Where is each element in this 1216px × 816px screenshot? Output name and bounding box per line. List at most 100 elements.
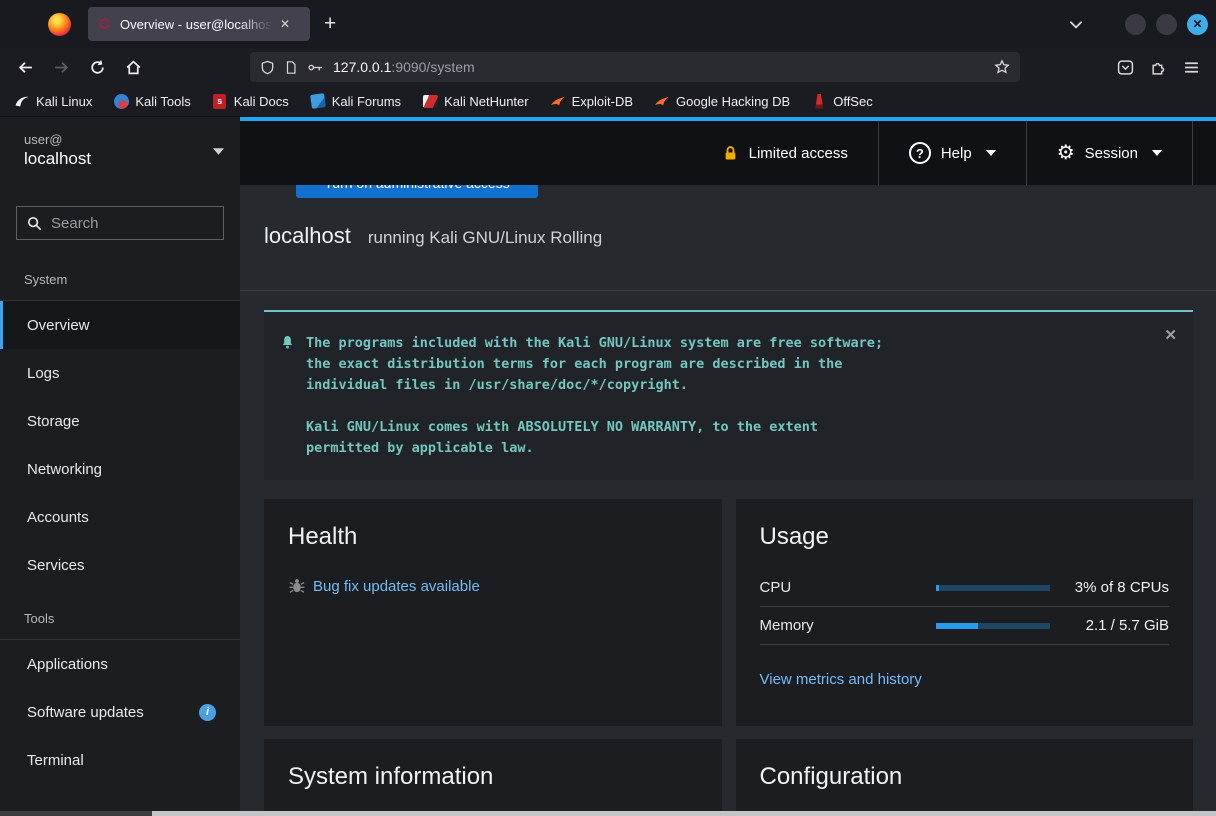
maximize-button[interactable] bbox=[1156, 14, 1177, 35]
tab-title: Overview - user@localhost bbox=[120, 17, 272, 32]
turn-on-admin-access-button[interactable]: Turn on administrative access bbox=[296, 185, 538, 198]
nav-section-tools: Tools bbox=[0, 589, 240, 639]
bookmark-kali-nethunter[interactable]: Kali NetHunter bbox=[422, 93, 529, 109]
sidebar-item-terminal[interactable]: Terminal bbox=[0, 736, 240, 784]
page-info-icon[interactable] bbox=[284, 60, 298, 75]
page-title-hostname: localhost bbox=[264, 223, 351, 249]
memory-usage-row: Memory 2.1 / 5.7 GiB bbox=[760, 607, 1170, 645]
home-icon[interactable] bbox=[118, 52, 148, 82]
browser-titlebar: Overview - user@localhost ✕ + ✕ bbox=[0, 0, 1216, 48]
session-caret-icon bbox=[1152, 150, 1162, 156]
site-favicon-icon bbox=[96, 16, 112, 32]
health-card-title: Health bbox=[288, 523, 698, 551]
alert-close-icon[interactable]: ✕ bbox=[1164, 326, 1177, 344]
nav-section-system: System bbox=[0, 250, 240, 300]
host-switcher[interactable]: user@ localhost bbox=[0, 117, 240, 185]
help-question-icon: ? bbox=[909, 142, 931, 164]
os-description: running Kali GNU/Linux Rolling bbox=[368, 228, 602, 248]
kali-tools-icon bbox=[113, 93, 129, 109]
sidebar-item-storage[interactable]: Storage bbox=[0, 397, 240, 445]
sidebar-item-software-updates[interactable]: Software updates i bbox=[0, 688, 240, 736]
browser-tab[interactable]: Overview - user@localhost ✕ bbox=[88, 7, 310, 41]
sidebar-search[interactable] bbox=[16, 206, 224, 240]
lock-icon bbox=[722, 145, 739, 162]
memory-label: Memory bbox=[760, 617, 936, 634]
close-window-button[interactable]: ✕ bbox=[1187, 14, 1208, 35]
menu-hamburger-icon[interactable] bbox=[1183, 59, 1200, 76]
bell-icon bbox=[280, 334, 295, 350]
shield-icon[interactable] bbox=[260, 60, 275, 75]
help-caret-icon bbox=[986, 150, 996, 156]
kali-docs-icon: s bbox=[212, 93, 228, 109]
session-menu-button[interactable]: ⚙ Session bbox=[1026, 121, 1192, 185]
horizontal-scrollbar[interactable] bbox=[0, 811, 1216, 816]
browser-toolbar: 127.0.0.1:9090/system bbox=[0, 48, 1216, 86]
motd-text: The programs included with the Kali GNU/… bbox=[306, 333, 1153, 459]
limited-access-button[interactable]: Limited access bbox=[692, 121, 878, 185]
screen: Overview - user@localhost ✕ + ✕ bbox=[0, 0, 1216, 816]
help-menu-button[interactable]: ? Help bbox=[878, 121, 1026, 185]
cpu-value: 3% of 8 CPUs bbox=[1050, 579, 1170, 596]
kali-dragon-icon bbox=[14, 93, 30, 109]
system-information-card: System information bbox=[264, 739, 722, 811]
bookmark-google-hacking-db[interactable]: Google Hacking DB bbox=[654, 93, 790, 109]
admin-access-button-clipped: Turn on administrative access bbox=[296, 185, 538, 198]
system-information-title: System information bbox=[288, 763, 698, 791]
configuration-card: Configuration bbox=[736, 739, 1194, 811]
bookmark-kali-docs[interactable]: s Kali Docs bbox=[212, 93, 289, 109]
search-input[interactable] bbox=[51, 215, 213, 232]
bookmark-offsec[interactable]: OffSec bbox=[811, 93, 873, 109]
cpu-progress-bar bbox=[936, 585, 1050, 591]
list-tabs-chevron-icon[interactable] bbox=[1067, 15, 1085, 33]
bookmarks-bar: Kali Linux Kali Tools s Kali Docs Kali F… bbox=[0, 86, 1216, 117]
overview-page: Turn on administrative access localhost … bbox=[240, 185, 1216, 811]
sidebar-item-services[interactable]: Services bbox=[0, 541, 240, 589]
cpu-label: CPU bbox=[760, 579, 936, 596]
bookmark-kali-forums[interactable]: Kali Forums bbox=[310, 93, 401, 109]
sidebar-item-networking[interactable]: Networking bbox=[0, 445, 240, 493]
scrollbar-thumb[interactable] bbox=[0, 811, 152, 816]
url-text[interactable]: 127.0.0.1:9090/system bbox=[333, 59, 985, 75]
bookmark-kali-tools[interactable]: Kali Tools bbox=[113, 93, 190, 109]
back-icon[interactable] bbox=[10, 52, 40, 82]
usage-card-title: Usage bbox=[760, 523, 1170, 551]
firefox-logo-icon bbox=[48, 13, 71, 36]
window-controls: ✕ bbox=[1125, 14, 1208, 35]
permissions-key-icon[interactable] bbox=[307, 60, 324, 75]
sidebar-item-overview[interactable]: Overview bbox=[0, 301, 240, 349]
health-card: Health Bug fix updates available bbox=[264, 499, 722, 726]
scrollbar-track[interactable] bbox=[152, 811, 1216, 816]
offsec-icon bbox=[811, 93, 827, 109]
bookmark-kali-linux[interactable]: Kali Linux bbox=[14, 93, 92, 109]
view-metrics-link[interactable]: View metrics and history bbox=[760, 671, 922, 688]
masthead-hostname: localhost bbox=[24, 148, 91, 171]
kali-forums-icon bbox=[310, 93, 326, 109]
forward-icon[interactable] bbox=[46, 52, 76, 82]
sidebar-item-applications[interactable]: Applications bbox=[0, 640, 240, 688]
reload-icon[interactable] bbox=[82, 52, 112, 82]
cpu-usage-row: CPU 3% of 8 CPUs bbox=[760, 569, 1170, 607]
extensions-puzzle-icon[interactable] bbox=[1150, 59, 1167, 76]
info-badge-icon: i bbox=[199, 704, 216, 721]
kali-nethunter-icon bbox=[422, 93, 438, 109]
memory-value: 2.1 / 5.7 GiB bbox=[1050, 617, 1170, 634]
configuration-title: Configuration bbox=[760, 763, 1170, 791]
sidebar-item-accounts[interactable]: Accounts bbox=[0, 493, 240, 541]
bookmark-star-icon[interactable] bbox=[994, 59, 1010, 75]
bug-fix-updates-link[interactable]: Bug fix updates available bbox=[313, 578, 480, 595]
tab-close-icon[interactable]: ✕ bbox=[280, 18, 290, 30]
masthead-username: user@ bbox=[24, 131, 91, 149]
google-hacking-db-bird-icon bbox=[654, 93, 670, 109]
url-bar[interactable]: 127.0.0.1:9090/system bbox=[250, 52, 1020, 82]
bookmark-exploit-db[interactable]: Exploit-DB bbox=[550, 93, 633, 109]
new-tab-button[interactable]: + bbox=[324, 12, 336, 36]
minimize-button[interactable] bbox=[1125, 14, 1146, 35]
memory-progress-bar bbox=[936, 623, 1050, 629]
sidebar-nav: System Overview Logs Storage Networking … bbox=[0, 185, 240, 811]
bug-icon bbox=[288, 577, 306, 595]
cockpit-masthead: user@ localhost Limited access ? Help bbox=[0, 117, 1216, 185]
gear-icon: ⚙ bbox=[1057, 143, 1075, 163]
pocket-icon[interactable] bbox=[1117, 59, 1134, 76]
sidebar-item-logs[interactable]: Logs bbox=[0, 349, 240, 397]
search-icon bbox=[27, 216, 42, 231]
